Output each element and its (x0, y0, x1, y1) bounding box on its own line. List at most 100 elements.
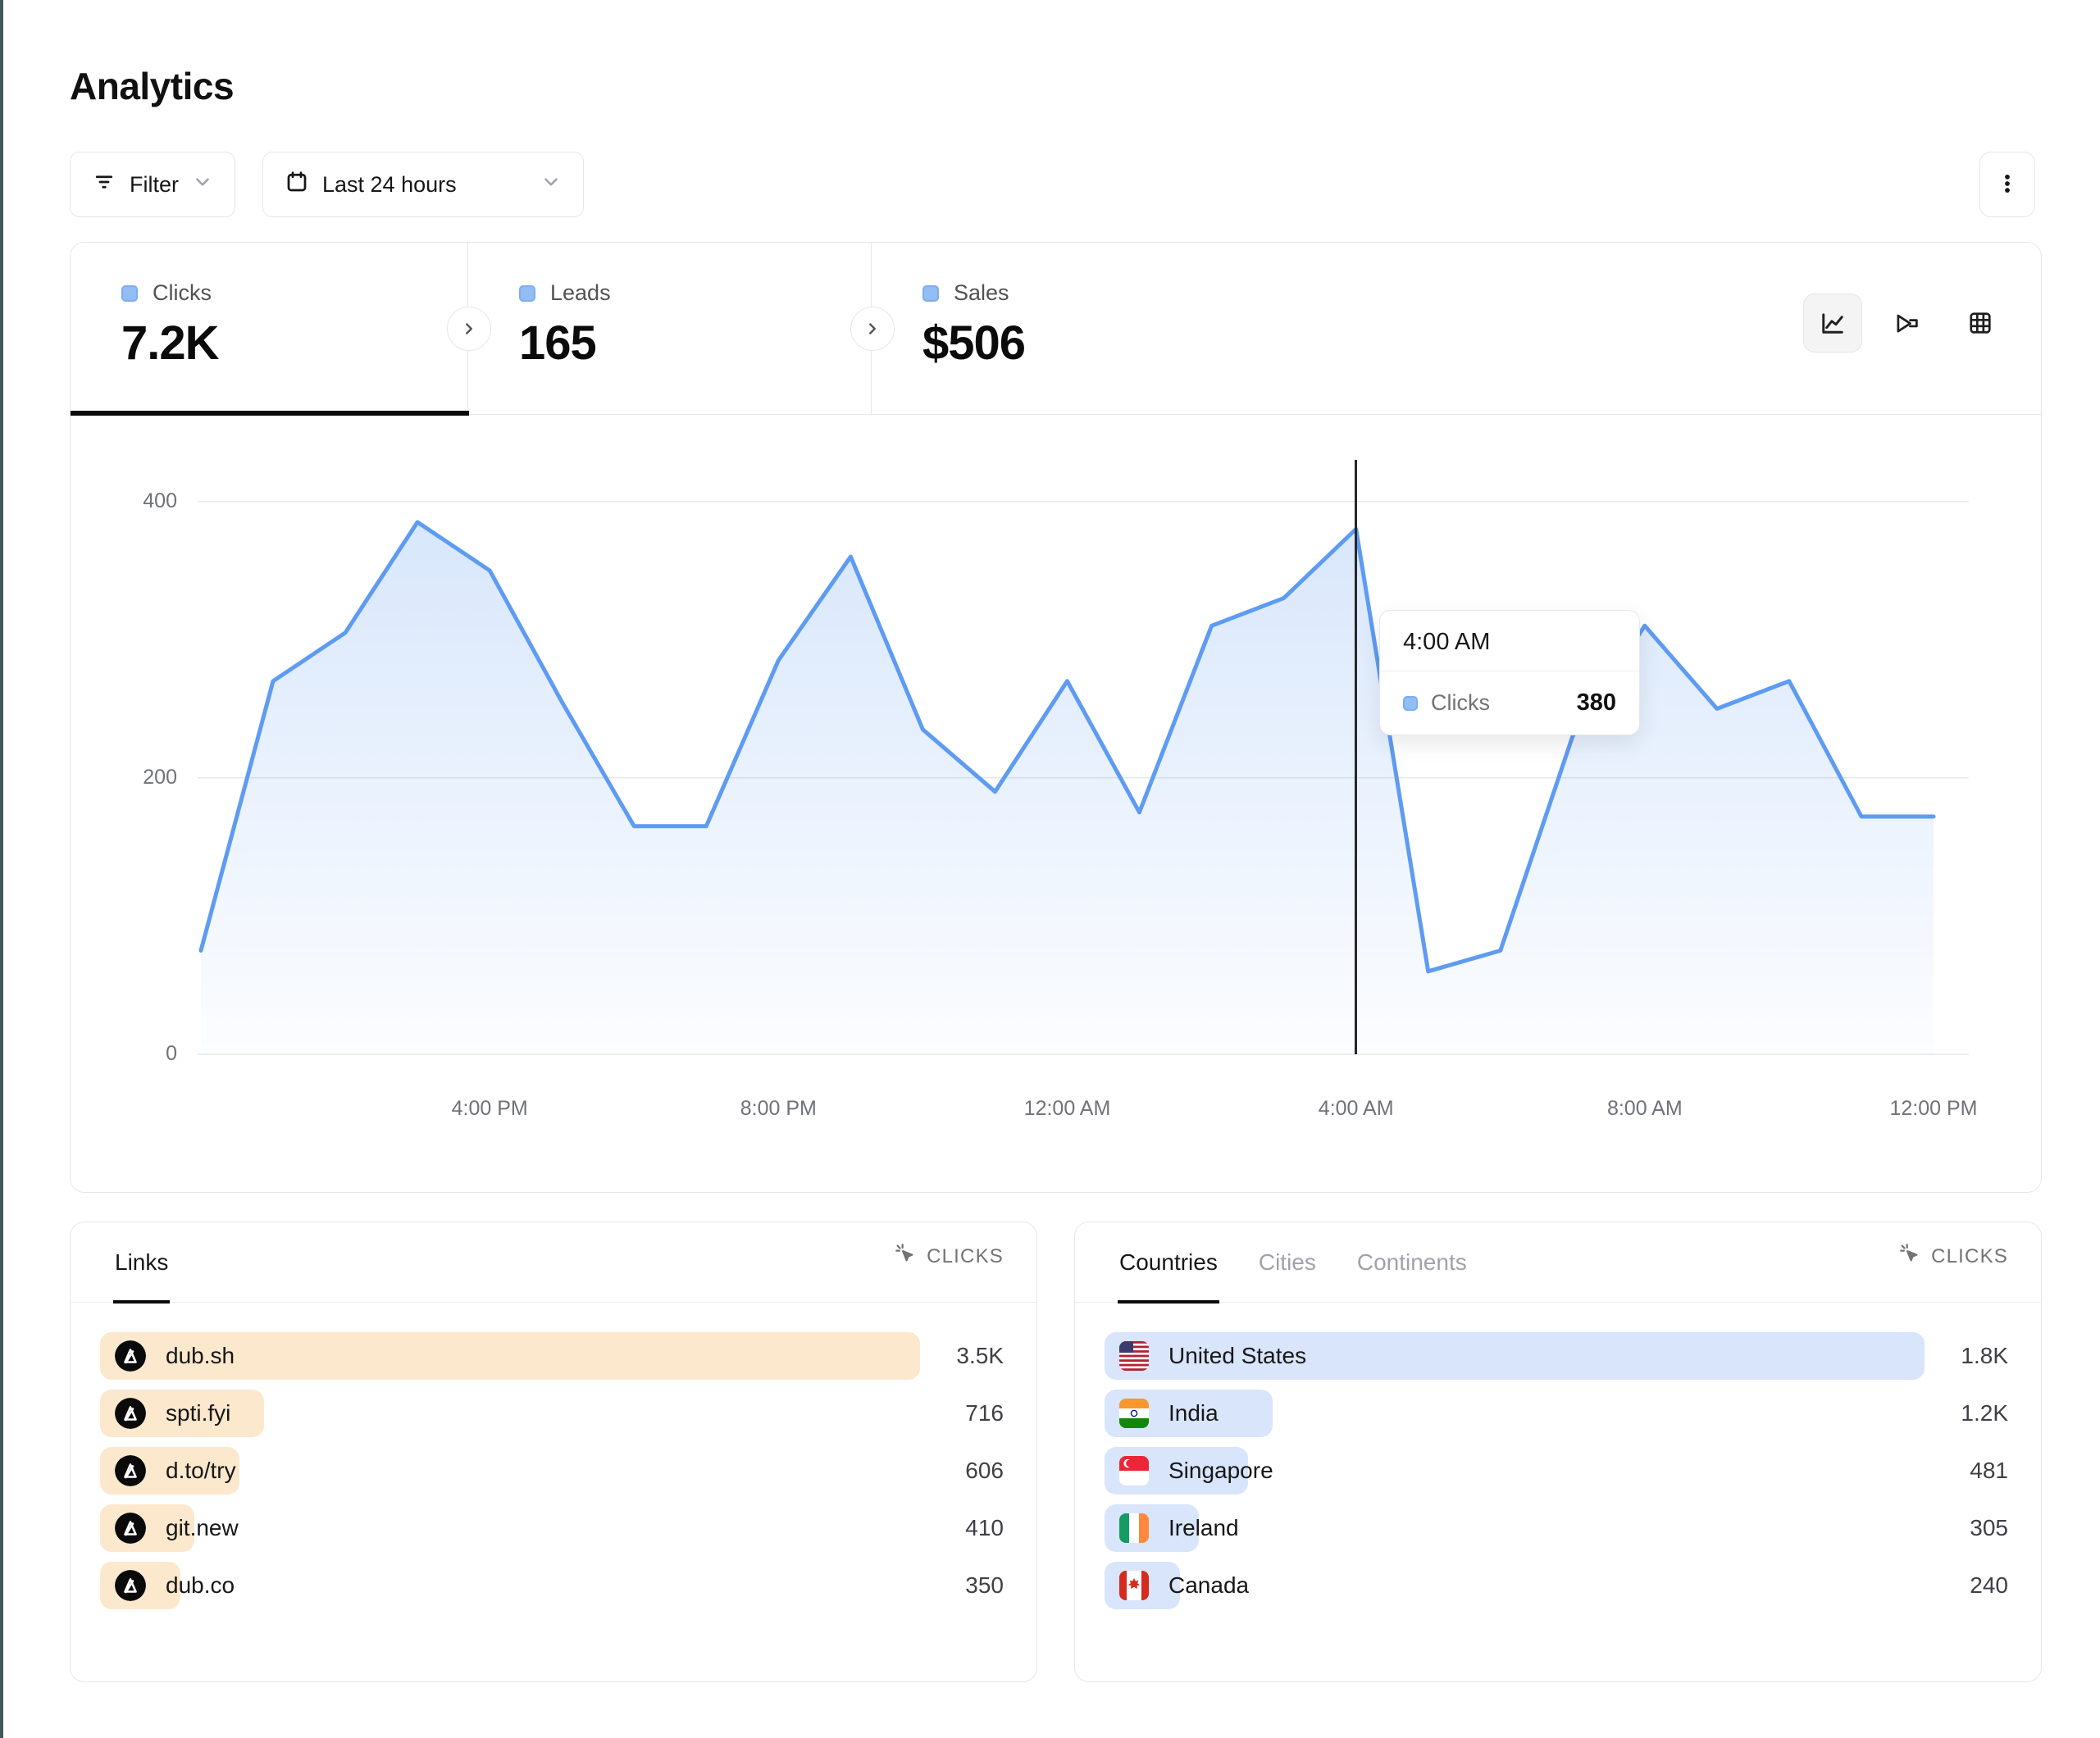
country-row-singapore[interactable]: Singapore 481 (1105, 1447, 2008, 1495)
link-row-git-new[interactable]: git.new 410 (100, 1504, 1004, 1552)
x-tick-label: 8:00 AM (1607, 1097, 1683, 1121)
tab-continents[interactable]: Continents (1355, 1220, 1469, 1304)
link-row-d-to-try[interactable]: d.to/try 606 (100, 1447, 1004, 1495)
row-label: Canada (1168, 1572, 1249, 1599)
countries-panel: Countries Cities Continents CLICKS United … (1074, 1222, 2042, 1682)
sales-legend-square (922, 285, 939, 302)
tooltip-series-label: Clicks (1431, 690, 1490, 716)
chevron-right-icon (863, 320, 881, 338)
row-value: 410 (965, 1504, 1004, 1552)
row-label: Singapore (1168, 1458, 1273, 1484)
table-grid-icon (1966, 308, 1995, 338)
leads-tab-value: 165 (519, 316, 871, 371)
cursor-click-icon (1899, 1243, 1921, 1271)
filter-button-label: Filter (130, 172, 179, 198)
tab-links[interactable]: Links (113, 1220, 170, 1304)
chart-type-toggle (1803, 293, 2010, 353)
chevron-down-icon (540, 171, 562, 198)
tab-cities[interactable]: Cities (1257, 1220, 1318, 1304)
tab-leads[interactable]: Leads 165 (468, 243, 872, 414)
row-label: spti.fyi (166, 1400, 230, 1426)
chart-tooltip: 4:00 AM Clicks 380 (1379, 610, 1640, 735)
row-label: d.to/try (166, 1458, 236, 1484)
link-row-dub-co[interactable]: dub.co 350 (100, 1562, 1004, 1609)
cursor-click-icon (895, 1243, 917, 1271)
dub-logo (115, 1340, 146, 1372)
y-tick-label: 0 (95, 1042, 177, 1066)
x-tick-label: 12:00 PM (1889, 1097, 1977, 1121)
sales-tab-label: Sales (954, 280, 1009, 306)
row-value: 1.2K (1961, 1390, 2008, 1437)
row-value: 240 (1970, 1562, 2008, 1609)
x-tick-label: 12:00 AM (1024, 1097, 1111, 1121)
row-label: dub.co (166, 1572, 235, 1599)
clicks-tab-label: Clicks (153, 280, 212, 306)
tooltip-time: 4:00 AM (1380, 611, 1639, 671)
row-value: 350 (965, 1562, 1004, 1609)
calendar-icon (285, 170, 309, 200)
tab-clicks[interactable]: Clicks 7.2K (71, 243, 468, 414)
row-value: 606 (965, 1447, 1004, 1495)
links-panel-header: Links CLICKS (71, 1222, 1036, 1303)
funnel-chart-button[interactable] (1877, 293, 1936, 353)
chevron-right-icon (460, 320, 478, 338)
row-label: United States (1168, 1343, 1306, 1369)
tooltip-legend-square (1403, 696, 1418, 711)
links-panel: Links CLICKS dub.sh 3.5K spti.fyi 716 d.to/t… (70, 1222, 1037, 1682)
row-label: dub.sh (166, 1343, 235, 1369)
chevron-down-icon (192, 171, 213, 198)
links-metric-label: CLICKS (927, 1245, 1004, 1268)
line-chart-button[interactable] (1803, 293, 1862, 353)
x-tick-label: 4:00 PM (452, 1097, 528, 1121)
date-range-button[interactable]: Last 24 hours (262, 152, 584, 217)
chart-crosshair (1355, 460, 1357, 1054)
row-value: 481 (1970, 1447, 2008, 1495)
row-label: Ireland (1168, 1515, 1239, 1541)
country-row-india[interactable]: India 1.2K (1105, 1390, 2008, 1437)
row-value: 1.8K (1961, 1332, 2008, 1380)
clicks-chart[interactable]: 4002000 4:00 PM8:00 PM12:00 AM4:00 AM8:0… (71, 415, 2041, 1192)
country-row-ireland[interactable]: Ireland 305 (1105, 1504, 2008, 1552)
leads-legend-square (519, 285, 535, 302)
countries-metric-label: CLICKS (1931, 1245, 2008, 1268)
table-view-button[interactable] (1951, 293, 2010, 353)
country-row-united-states[interactable]: United States 1.8K (1105, 1332, 2008, 1380)
ireland-flag (1119, 1513, 1149, 1543)
chart-area (201, 522, 1934, 1054)
countries-metric[interactable]: CLICKS (1899, 1243, 2008, 1302)
filter-button[interactable]: Filter (70, 152, 235, 217)
clicks-legend-square (121, 285, 138, 302)
next-step-button[interactable] (850, 307, 895, 351)
stats-tabs: Clicks 7.2K Leads 165 Sales $506 (71, 243, 2041, 415)
x-tick-label: 8:00 PM (740, 1097, 817, 1121)
dub-logo (115, 1513, 146, 1544)
row-value: 3.5K (956, 1332, 1004, 1380)
tab-countries[interactable]: Countries (1118, 1220, 1219, 1304)
x-tick-label: 4:00 AM (1319, 1097, 1394, 1121)
filter-icon (92, 170, 116, 200)
chart-svg (198, 460, 1969, 1054)
kebab-icon (1995, 171, 2020, 198)
links-metric[interactable]: CLICKS (895, 1243, 1004, 1302)
link-row-dub-sh[interactable]: dub.sh 3.5K (100, 1332, 1004, 1380)
dub-logo (115, 1455, 146, 1486)
tab-sales[interactable]: Sales $506 (872, 243, 1331, 414)
row-label: git.new (166, 1515, 239, 1541)
leads-tab-label: Leads (550, 280, 611, 306)
tooltip-value: 380 (1577, 689, 1616, 717)
more-options-button[interactable] (1979, 152, 2035, 217)
india-flag (1119, 1399, 1149, 1428)
canada-flag (1119, 1571, 1149, 1600)
row-value: 305 (1970, 1504, 2008, 1552)
row-label: India (1168, 1400, 1219, 1426)
row-value: 716 (965, 1390, 1004, 1437)
next-step-button[interactable] (447, 307, 491, 351)
countries-panel-header: Countries Cities Continents CLICKS (1075, 1222, 2041, 1303)
link-row-spti-fyi[interactable]: spti.fyi 716 (100, 1390, 1004, 1437)
country-row-canada[interactable]: Canada 240 (1105, 1562, 2008, 1609)
us-flag (1119, 1341, 1149, 1371)
analytics-card: Clicks 7.2K Leads 165 Sales $506 (70, 242, 2042, 1193)
singapore-flag (1119, 1456, 1149, 1485)
line-chart-icon (1818, 308, 1847, 338)
left-edge-accent (0, 0, 3, 1738)
